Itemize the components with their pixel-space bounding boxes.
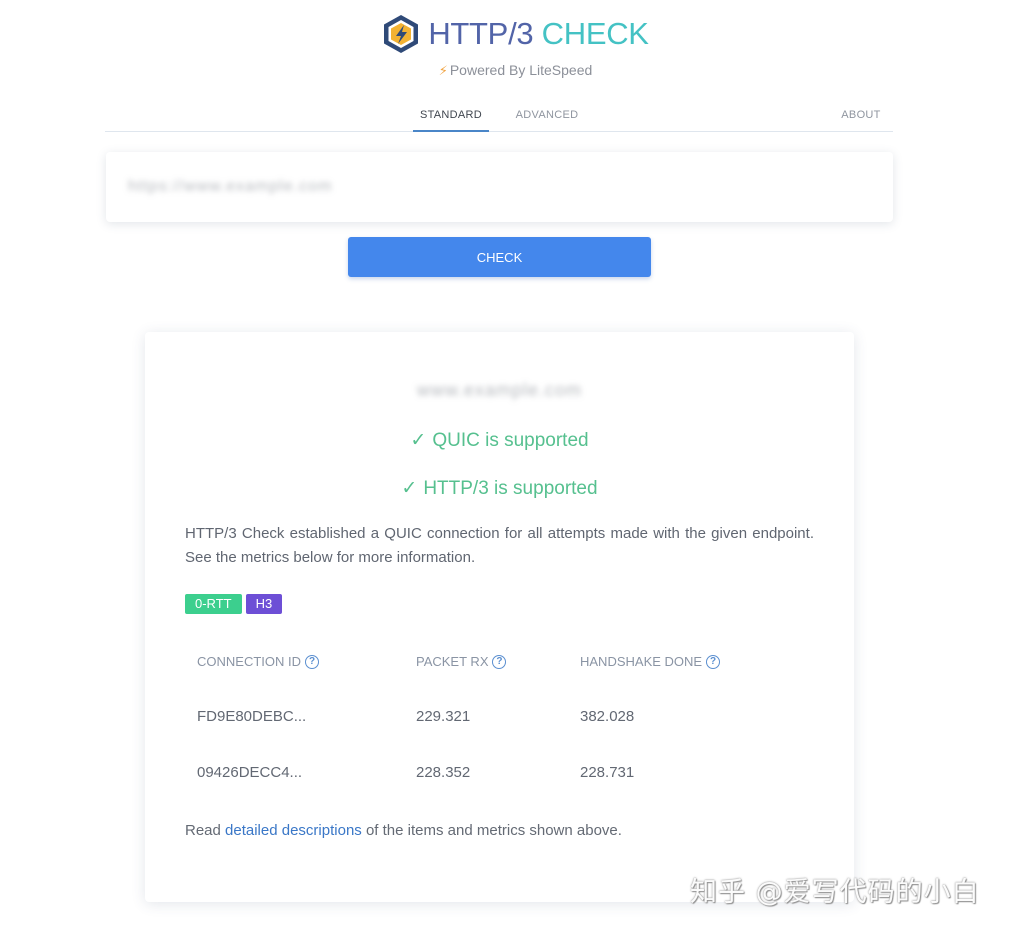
quic-status: ✓ QUIC is supported [145, 429, 854, 452]
tab-about[interactable]: ABOUT [841, 100, 881, 132]
result-description: HTTP/3 Check established a QUIC connecti… [185, 525, 814, 566]
litespeed-logo-icon [384, 15, 419, 53]
header: HTTP/3 CHECK [0, 14, 1031, 54]
read-more-prefix: Read [185, 822, 226, 839]
http3-status: ✓ HTTP/3 is supported [145, 477, 854, 500]
column-header-label: HANDSHAKE DONE [580, 654, 703, 669]
brand-title: HTTP/3 CHECK [428, 16, 649, 52]
table-cell-handshake-done: 228.731 [580, 764, 635, 781]
table-cell-connection-id: FD9E80DEBC... [197, 708, 307, 725]
read-more-suffix: of the items and metrics shown above. [361, 822, 622, 839]
bolt-icon: ⚡ [438, 63, 448, 78]
brand-title-http3: HTTP/3 [428, 16, 534, 51]
powered-by: ⚡ Powered By LiteSpeed [0, 62, 1031, 79]
checkmark-icon: ✓ [410, 430, 427, 451]
read-more-text: Read detailed descriptions of the items … [185, 822, 622, 839]
check-button[interactable]: CHECK [348, 237, 651, 277]
help-icon[interactable]: ? [305, 654, 319, 669]
tab-advanced[interactable]: ADVANCED [513, 100, 581, 132]
brand-title-check: CHECK [541, 16, 649, 51]
help-icon[interactable]: ? [706, 654, 721, 669]
column-header-connection-id: CONNECTION ID ? [197, 654, 319, 669]
result-host: www.example.com [416, 380, 583, 400]
quic-status-text: QUIC is supported [432, 430, 589, 451]
column-header-label: CONNECTION ID [197, 654, 301, 669]
watermark: 知乎 @爱写代码的小白 [690, 877, 980, 908]
badge-h3: H3 [245, 594, 283, 614]
table-cell-connection-id: 09426DECC4... [197, 764, 303, 781]
table-cell-packet-rx: 228.352 [416, 764, 471, 781]
powered-by-text: Powered By LiteSpeed [449, 62, 593, 78]
detailed-descriptions-link[interactable]: detailed descriptions [225, 822, 362, 839]
table-cell-handshake-done: 382.028 [580, 708, 635, 725]
column-header-label: PACKET RX [416, 654, 489, 669]
checkmark-icon: ✓ [401, 478, 418, 499]
column-header-packet-rx: PACKET RX ? [416, 654, 507, 669]
http3-status-text: HTTP/3 is supported [423, 478, 598, 499]
column-header-handshake-done: HANDSHAKE DONE ? [580, 654, 721, 669]
url-input[interactable] [128, 172, 488, 202]
tab-standard[interactable]: STANDARD [413, 100, 489, 132]
url-input-card [106, 152, 893, 222]
badge-group: 0-RTT H3 [185, 594, 283, 614]
result-card: www.example.com ✓ QUIC is supported ✓ HTTP… [145, 332, 854, 902]
badge-0rtt: 0-RTT [185, 594, 242, 614]
help-icon[interactable]: ? [492, 654, 507, 669]
nav-tabs: STANDARD ADVANCED ABOUT [105, 100, 893, 132]
table-cell-packet-rx: 229.321 [416, 708, 471, 725]
